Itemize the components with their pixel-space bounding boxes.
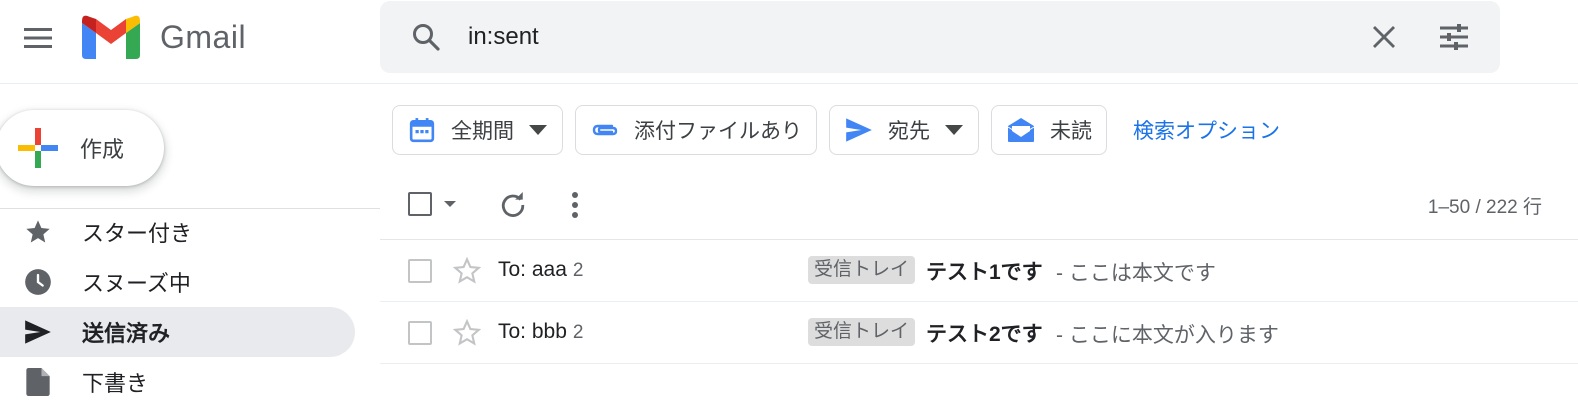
- search-input[interactable]: [468, 19, 1328, 55]
- compose-button[interactable]: 作成: [0, 110, 164, 186]
- close-icon: [1373, 26, 1395, 48]
- gmail-logo[interactable]: Gmail: [82, 14, 246, 60]
- chip-unread[interactable]: 未読: [991, 105, 1107, 155]
- attachment-icon: [590, 115, 620, 145]
- row-snippet: - ここに本文が入ります: [1056, 324, 1279, 347]
- filter-chips: 全期間 添付ファイルあり 宛先 未読 検索オプション: [392, 104, 1280, 156]
- list-toolbar: 1–50 / 222 行: [380, 180, 1578, 230]
- chip-label: 添付ファイルあり: [634, 120, 802, 143]
- row-recipient: To: bbb 2: [498, 320, 583, 344]
- chip-has-attachment[interactable]: 添付ファイルあり: [575, 105, 817, 155]
- sidebar-item-label: 下書き: [82, 371, 149, 396]
- sidebar-item-sent[interactable]: 送信済み: [0, 307, 355, 357]
- message-row[interactable]: To: aaa 2 受信トレイ テスト1です - ここは本文です: [380, 240, 1578, 302]
- row-recipient: To: aaa 2: [498, 258, 583, 282]
- search-icon: [413, 24, 440, 51]
- app-name: Gmail: [160, 18, 247, 55]
- calendar-icon: [407, 115, 437, 145]
- sidebar-item-label: スヌーズ中: [82, 271, 191, 296]
- tune-icon: [1440, 24, 1468, 50]
- select-all-checkbox[interactable]: [408, 192, 432, 216]
- mail-unread-icon: [1006, 115, 1036, 145]
- star-toggle[interactable]: [452, 256, 482, 286]
- star-toggle[interactable]: [452, 318, 482, 348]
- search-button[interactable]: [406, 17, 446, 57]
- chip-date-range[interactable]: 全期間: [392, 105, 563, 155]
- row-subject: テスト1です: [926, 261, 1043, 284]
- draft-icon: [20, 364, 56, 400]
- refresh-button[interactable]: [494, 186, 532, 224]
- sidebar-item-starred[interactable]: スター付き: [0, 207, 355, 257]
- row-subject: テスト2です: [926, 323, 1043, 346]
- recipient-name: To: bbb: [498, 320, 567, 343]
- advanced-search-link[interactable]: 検索オプション: [1133, 115, 1280, 145]
- pagination-count: 1–50 / 222 行: [1427, 197, 1542, 218]
- search-bar: [380, 1, 1500, 73]
- message-row[interactable]: To: bbb 2 受信トレイ テスト2です - ここに本文が入ります: [380, 302, 1578, 364]
- chevron-down-icon: [944, 120, 964, 140]
- send-icon: [844, 115, 874, 145]
- inbox-label-badge[interactable]: 受信トレイ: [808, 318, 916, 346]
- star-icon: [20, 214, 56, 250]
- inbox-label-badge[interactable]: 受信トレイ: [808, 256, 916, 284]
- compose-plus-icon: [18, 128, 58, 168]
- clock-icon: [20, 264, 56, 300]
- top-bar: Gmail: [0, 0, 1578, 84]
- thread-count: 2: [572, 260, 584, 281]
- row-checkbox[interactable]: [408, 259, 432, 283]
- thread-count: 2: [572, 322, 584, 343]
- more-options-button[interactable]: [556, 186, 594, 224]
- sidebar-item-drafts[interactable]: 下書き: [0, 357, 355, 407]
- sidebar-item-label: スター付き: [82, 221, 193, 246]
- row-snippet: - ここは本文です: [1056, 262, 1216, 285]
- hamburger-icon: [24, 28, 52, 48]
- chevron-down-icon: [528, 120, 548, 140]
- chip-label: 未読: [1050, 120, 1092, 143]
- chevron-down-icon: [444, 201, 456, 207]
- row-checkbox[interactable]: [408, 321, 432, 345]
- chip-to[interactable]: 宛先: [829, 105, 979, 155]
- sidebar-item-label: 送信済み: [82, 321, 171, 346]
- more-vert-icon: [572, 192, 578, 218]
- chip-label: 宛先: [888, 120, 930, 143]
- sidebar: 作成 スター付き スヌーズ中 送信済み 下書き: [0, 84, 380, 396]
- gmail-m-icon: [82, 15, 140, 59]
- select-menu-button[interactable]: [442, 196, 458, 212]
- main-menu-button[interactable]: [14, 14, 62, 62]
- send-icon: [20, 314, 56, 350]
- recipient-name: To: aaa: [498, 258, 567, 281]
- search-options-button[interactable]: [1434, 17, 1474, 57]
- clear-search-button[interactable]: [1364, 17, 1404, 57]
- chip-label: 全期間: [451, 120, 514, 143]
- star-outline-icon: [453, 257, 481, 284]
- compose-label: 作成: [80, 137, 125, 162]
- main-panel: 全期間 添付ファイルあり 宛先 未読 検索オプション 1–50 / 222 行 …: [380, 84, 1578, 384]
- star-outline-icon: [453, 319, 481, 346]
- refresh-icon: [501, 192, 525, 217]
- sidebar-item-snoozed[interactable]: スヌーズ中: [0, 257, 355, 307]
